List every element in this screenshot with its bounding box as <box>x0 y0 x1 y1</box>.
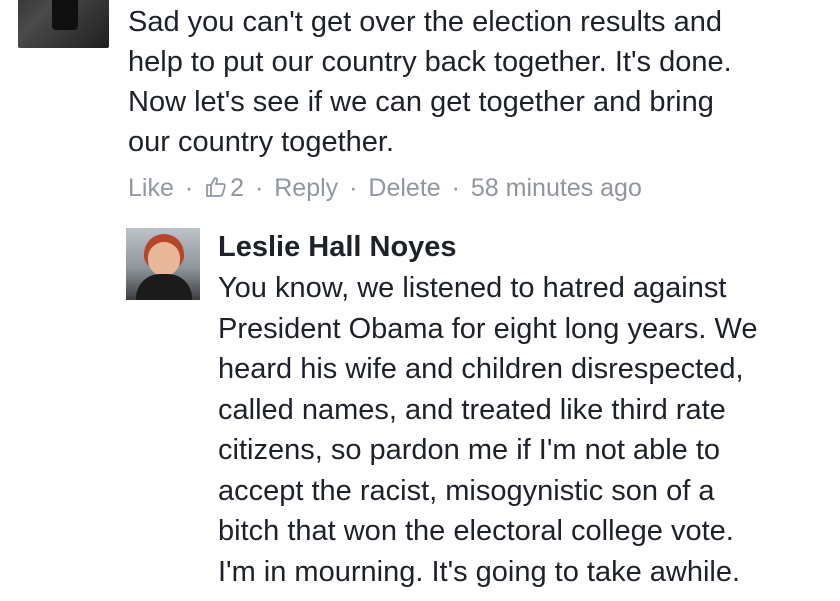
separator: · <box>254 174 264 202</box>
separator: · <box>349 174 358 202</box>
avatar-figure <box>52 0 78 30</box>
comment-body: Sad you can't get over the election resu… <box>128 6 732 158</box>
avatar-body <box>136 274 192 300</box>
separator: · <box>184 174 194 202</box>
separator: · <box>451 174 460 202</box>
like-link[interactable]: Like <box>128 174 174 202</box>
reply-body: You know, we listened to hatred against … <box>218 272 758 588</box>
commenter-avatar[interactable] <box>18 0 109 48</box>
like-count[interactable]: 2 <box>204 174 251 202</box>
reply-link[interactable]: Reply <box>274 174 338 202</box>
thumbs-up-icon <box>206 177 226 197</box>
comment-actions: Like · 2 · Reply · Delete · 58 minutes a… <box>128 170 642 206</box>
delete-link[interactable]: Delete <box>368 174 440 202</box>
timestamp[interactable]: 58 minutes ago <box>471 174 642 202</box>
like-count-value: 2 <box>230 174 245 202</box>
reply-avatar[interactable] <box>126 228 200 300</box>
avatar-face <box>148 242 180 276</box>
reply-author-name[interactable]: Leslie Hall Noyes <box>218 228 457 266</box>
